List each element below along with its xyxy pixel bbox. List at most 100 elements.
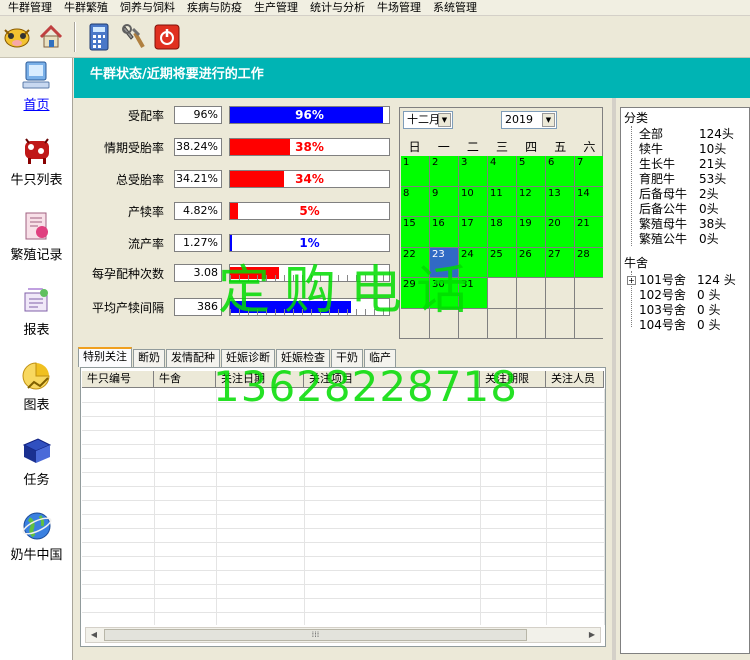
cow-icon[interactable] (2, 21, 32, 53)
calendar-empty-cell (517, 278, 545, 308)
column-header[interactable]: 关注人员 (546, 371, 604, 387)
calendar-day[interactable]: 26 (517, 247, 545, 277)
calendar-day[interactable]: 4 (488, 156, 516, 186)
column-header[interactable]: 牛只编号 (82, 371, 154, 387)
menu-item[interactable]: 牛群繁殖 (58, 0, 114, 15)
home-icon[interactable] (36, 21, 66, 53)
scroll-right-icon[interactable]: ▶ (584, 628, 600, 642)
calendar-day[interactable]: 25 (488, 247, 516, 277)
calendar-day[interactable]: 7 (575, 156, 603, 186)
tree-barn-count: 124 头 (697, 273, 736, 287)
tree-category-item[interactable]: 犊牛 10头 (639, 142, 726, 156)
calendar-day[interactable]: 3 (459, 156, 487, 186)
tree-barn-label: 104号舍 (639, 318, 686, 332)
tree-category-item-count: 21头 (699, 157, 727, 171)
menu-item[interactable]: 牛群管理 (2, 0, 58, 15)
scroll-thumb[interactable]: ⁞⁞⁞ (104, 629, 527, 641)
calendar-day[interactable]: 9 (430, 186, 458, 216)
menu-item[interactable]: 饲养与饲料 (114, 0, 181, 15)
stat-value: 34.21% (174, 170, 222, 188)
menu-item[interactable]: 疾病与防疫 (181, 0, 248, 15)
tree-category-item[interactable]: 生长牛 21头 (639, 157, 726, 171)
calendar-day[interactable]: 20 (546, 217, 574, 247)
column-divider (154, 389, 155, 625)
nav-item-dairy-china[interactable]: 奶牛中国 (0, 510, 73, 570)
tree-category-item[interactable]: 育肥牛 53头 (639, 172, 726, 186)
tree-barn-item[interactable]: 104号舍 0 头 (639, 318, 720, 332)
year-value: 2019 (505, 113, 533, 126)
calendar-day[interactable]: 21 (575, 217, 603, 247)
calendar-day[interactable]: 14 (575, 186, 603, 216)
tools-icon[interactable] (118, 21, 148, 53)
tree-category-item[interactable]: 繁殖公牛 0头 (639, 232, 719, 246)
tree-root-category[interactable]: 分类 (624, 111, 648, 125)
calendar-day[interactable]: 10 (459, 186, 487, 216)
tab-item[interactable]: 发情配种 (166, 349, 220, 367)
calendar-day[interactable]: 1 (401, 156, 429, 186)
calendar-day[interactable]: 2 (430, 156, 458, 186)
tree-barn-item[interactable]: 102号舍 0 头 (639, 288, 720, 302)
calendar-day[interactable]: 6 (546, 156, 574, 186)
chevron-down-icon[interactable]: ▼ (438, 113, 451, 127)
nav-item-report[interactable]: 报表 (0, 285, 73, 345)
calendar-empty-cell (546, 308, 574, 338)
nav-item-task[interactable]: 任务 (0, 435, 73, 495)
tree-barn-item[interactable]: +101号舍 124 头 (627, 273, 736, 287)
tree-barn-item[interactable]: 103号舍 0 头 (639, 303, 720, 317)
nav-item-breeding-record[interactable]: 繁殖记录 (0, 210, 73, 270)
stat-percent: 96% (295, 108, 324, 122)
stat-label: 受配率 (127, 109, 164, 123)
globe-icon (21, 512, 52, 540)
year-select[interactable]: 2019 ▼ (501, 111, 557, 129)
calendar-empty-cell (575, 278, 603, 308)
table-body[interactable] (82, 389, 604, 625)
tree-category-item[interactable]: 全部 124头 (639, 127, 734, 141)
weekday-label: 日 (408, 140, 421, 154)
left-navigation: 首页 牛只列表 繁殖记录 报表 图表 任务 奶牛中国 (0, 58, 73, 660)
calendar-day[interactable]: 17 (459, 217, 487, 247)
menu-item[interactable]: 统计与分析 (304, 0, 371, 15)
stat-label: 产犊率 (127, 205, 164, 219)
nav-item-cattle-list[interactable]: 牛只列表 (0, 135, 73, 195)
tree-barn-count: 0 头 (697, 288, 721, 302)
month-value: 十二月 (407, 113, 440, 126)
calendar-day[interactable]: 19 (517, 217, 545, 247)
expand-plus-icon[interactable]: + (627, 276, 636, 285)
nav-item-home[interactable]: 首页 (0, 60, 73, 120)
vertical-splitter[interactable] (612, 98, 616, 660)
calendar-day[interactable]: 16 (430, 217, 458, 247)
calendar-day[interactable]: 18 (488, 217, 516, 247)
tree-root-barn[interactable]: 牛舍 (624, 256, 648, 270)
tree-category-item[interactable]: 后备公牛 0头 (639, 202, 719, 216)
stat-value: 38.24% (174, 138, 222, 156)
nav-label: 首页 (23, 98, 50, 113)
tree-category-item[interactable]: 后备母牛 2头 (639, 187, 719, 201)
calendar-day[interactable]: 15 (401, 217, 429, 247)
nav-item-chart[interactable]: 图表 (0, 360, 73, 420)
nav-label: 报表 (23, 323, 50, 338)
month-select[interactable]: 十二月 ▼ (403, 111, 453, 129)
nav-label: 牛只列表 (10, 173, 63, 188)
chevron-down-icon[interactable]: ▼ (542, 113, 555, 127)
tree-category-item-count: 53头 (699, 172, 727, 186)
calendar-day[interactable]: 5 (517, 156, 545, 186)
calendar-day[interactable]: 27 (546, 247, 574, 277)
tree-category-item[interactable]: 繁殖母牛 38头 (639, 217, 726, 231)
tab-item[interactable]: 断奶 (133, 349, 165, 367)
calendar-day[interactable]: 13 (546, 186, 574, 216)
calendar-day[interactable]: 28 (575, 247, 603, 277)
power-icon[interactable] (152, 21, 182, 53)
calculator-icon[interactable] (84, 21, 114, 53)
menu-item[interactable]: 牛场管理 (371, 0, 427, 15)
calendar-day[interactable]: 11 (488, 186, 516, 216)
calendar-day[interactable]: 8 (401, 186, 429, 216)
tab-item[interactable]: 特别关注 (78, 347, 132, 367)
stat-value: 3.08 (174, 264, 222, 282)
scroll-left-icon[interactable]: ◀ (86, 628, 102, 642)
column-header[interactable]: 牛舍 (154, 371, 216, 387)
stat-value: 4.82% (174, 202, 222, 220)
menu-item[interactable]: 系统管理 (427, 0, 483, 15)
menu-item[interactable]: 生产管理 (248, 0, 304, 15)
calendar-day[interactable]: 12 (517, 186, 545, 216)
horizontal-scrollbar[interactable]: ◀ ⁞⁞⁞ ▶ (85, 627, 601, 643)
